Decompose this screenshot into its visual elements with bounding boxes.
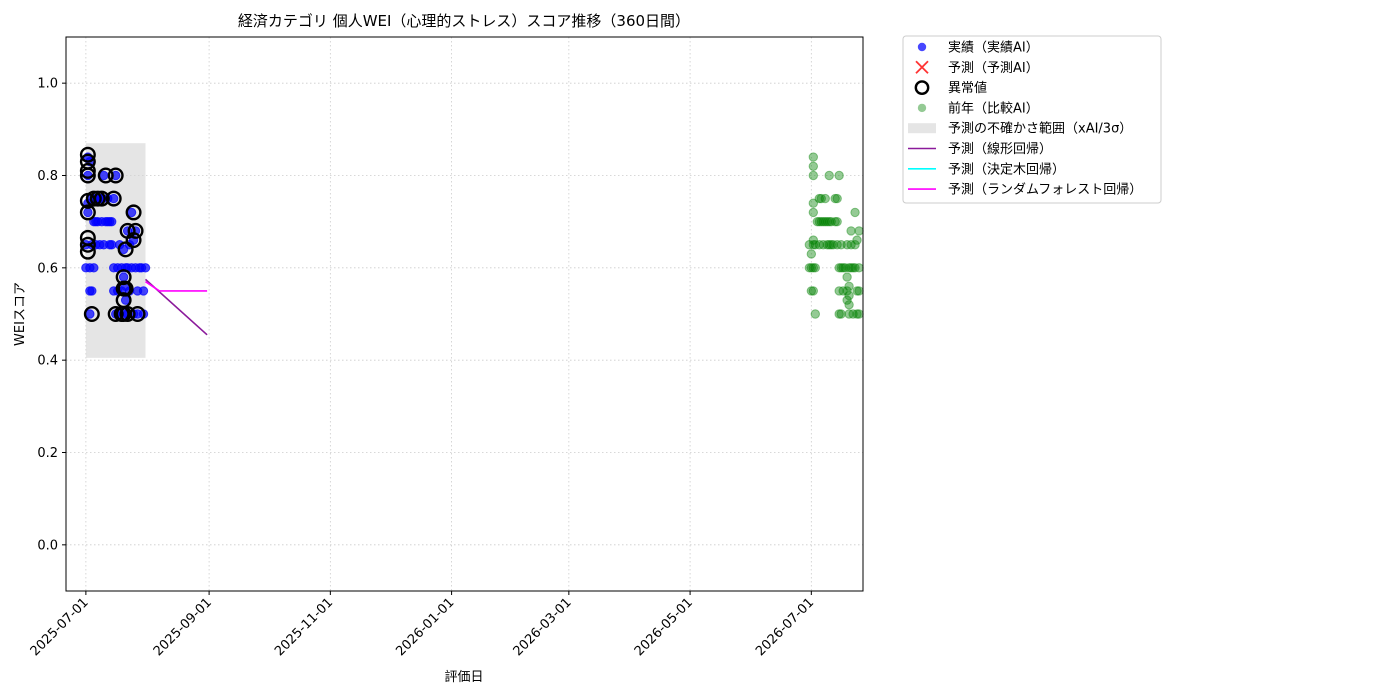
actual-point xyxy=(107,240,117,250)
chart-title: 経済カテゴリ 個人WEI（心理的ストレス）スコア推移（360日間） xyxy=(238,12,690,30)
actual-point xyxy=(87,286,97,296)
previous-year-point xyxy=(846,226,856,236)
x-tick-label: 2025-07-01 xyxy=(28,595,92,659)
actual-point xyxy=(107,216,117,227)
previous-year-point xyxy=(832,216,842,227)
y-tick-label: 0.2 xyxy=(37,446,58,461)
legend: 実績（実績AI） 予測（予測AI） 異常値前年（比較AI） 予測の不確かさ範囲（xAI… xyxy=(902,35,1162,204)
legend-label-linear: 予測（線形回帰） xyxy=(948,141,1052,157)
previous-year-point xyxy=(836,309,846,319)
legend-label-forest: 予測（ランダムフォレスト回帰） xyxy=(948,182,1142,198)
legend-label-anomaly: 異常値 xyxy=(948,80,987,96)
previous-year-point xyxy=(850,207,860,218)
previous-year-point xyxy=(842,272,852,282)
x-tick-label: 2026-03-01 xyxy=(511,595,575,659)
previous-year-point xyxy=(808,161,819,171)
x-tick-label: 2025-11-01 xyxy=(272,595,336,659)
previous-year-point xyxy=(824,170,834,181)
actual-point xyxy=(83,207,93,218)
legend-label-predicted: 予測（予測AI） xyxy=(948,61,1039,76)
previous-year-point xyxy=(810,263,820,273)
previous-year-point xyxy=(854,263,864,273)
y-tick-label: 0.8 xyxy=(37,169,58,184)
x-tick-label: 2026-01-01 xyxy=(393,595,457,659)
previous-year-point xyxy=(854,309,864,319)
x-tick-label: 2026-05-01 xyxy=(632,595,696,659)
y-tick-label: 0.0 xyxy=(37,538,58,553)
previous-year-point xyxy=(854,286,864,296)
x-tick-label: 2025-09-01 xyxy=(151,595,215,659)
legend-label-uncertainty: 予測の不確かさ範囲（xAI/3σ） xyxy=(948,121,1132,137)
previous-year-point xyxy=(810,309,820,319)
previous-year-point xyxy=(844,281,854,291)
y-tick-label: 0.6 xyxy=(37,261,58,276)
legend-label-tree: 予測（決定木回帰） xyxy=(948,161,1065,177)
previous-year-point xyxy=(852,235,862,245)
wei-score-chart: 0.0 0.2 0.4 0.6 0.8 1.0 2025-07-01 2025-09-01 20… xyxy=(13,12,1162,685)
previous-year-point xyxy=(808,286,819,296)
x-tick-label: 2026-07-01 xyxy=(753,595,817,659)
previous-year-point xyxy=(808,152,819,162)
y-tick-label: 0.4 xyxy=(37,354,58,369)
plot-background xyxy=(66,37,863,591)
y-tick-label: 1.0 xyxy=(37,77,58,92)
actual-point xyxy=(140,263,151,273)
legend-uncertainty-marker xyxy=(908,123,936,134)
previous-year-point xyxy=(832,193,842,204)
y-axis-label: WEIスコア xyxy=(13,282,28,346)
previous-year-point xyxy=(806,249,817,259)
legend-actual-marker xyxy=(917,42,927,52)
actual-point xyxy=(89,263,99,273)
actual-point xyxy=(138,286,149,296)
plot-area xyxy=(66,37,863,591)
previous-year-point xyxy=(844,300,854,310)
previous-year-point xyxy=(834,170,844,181)
previous-year-point xyxy=(854,226,864,236)
previous-year-point xyxy=(808,170,819,181)
x-axis-label: 評価日 xyxy=(444,670,483,685)
legend-label-actual: 実績（実績AI） xyxy=(948,40,1039,56)
legend-previous-year-marker xyxy=(917,103,927,113)
legend-label-previous_year: 前年（比較AI） xyxy=(948,100,1039,116)
actual-point xyxy=(109,193,119,204)
actual-point xyxy=(118,272,129,282)
previous-year-point xyxy=(844,290,854,301)
previous-year-point xyxy=(808,207,819,218)
previous-year-point xyxy=(820,193,830,204)
